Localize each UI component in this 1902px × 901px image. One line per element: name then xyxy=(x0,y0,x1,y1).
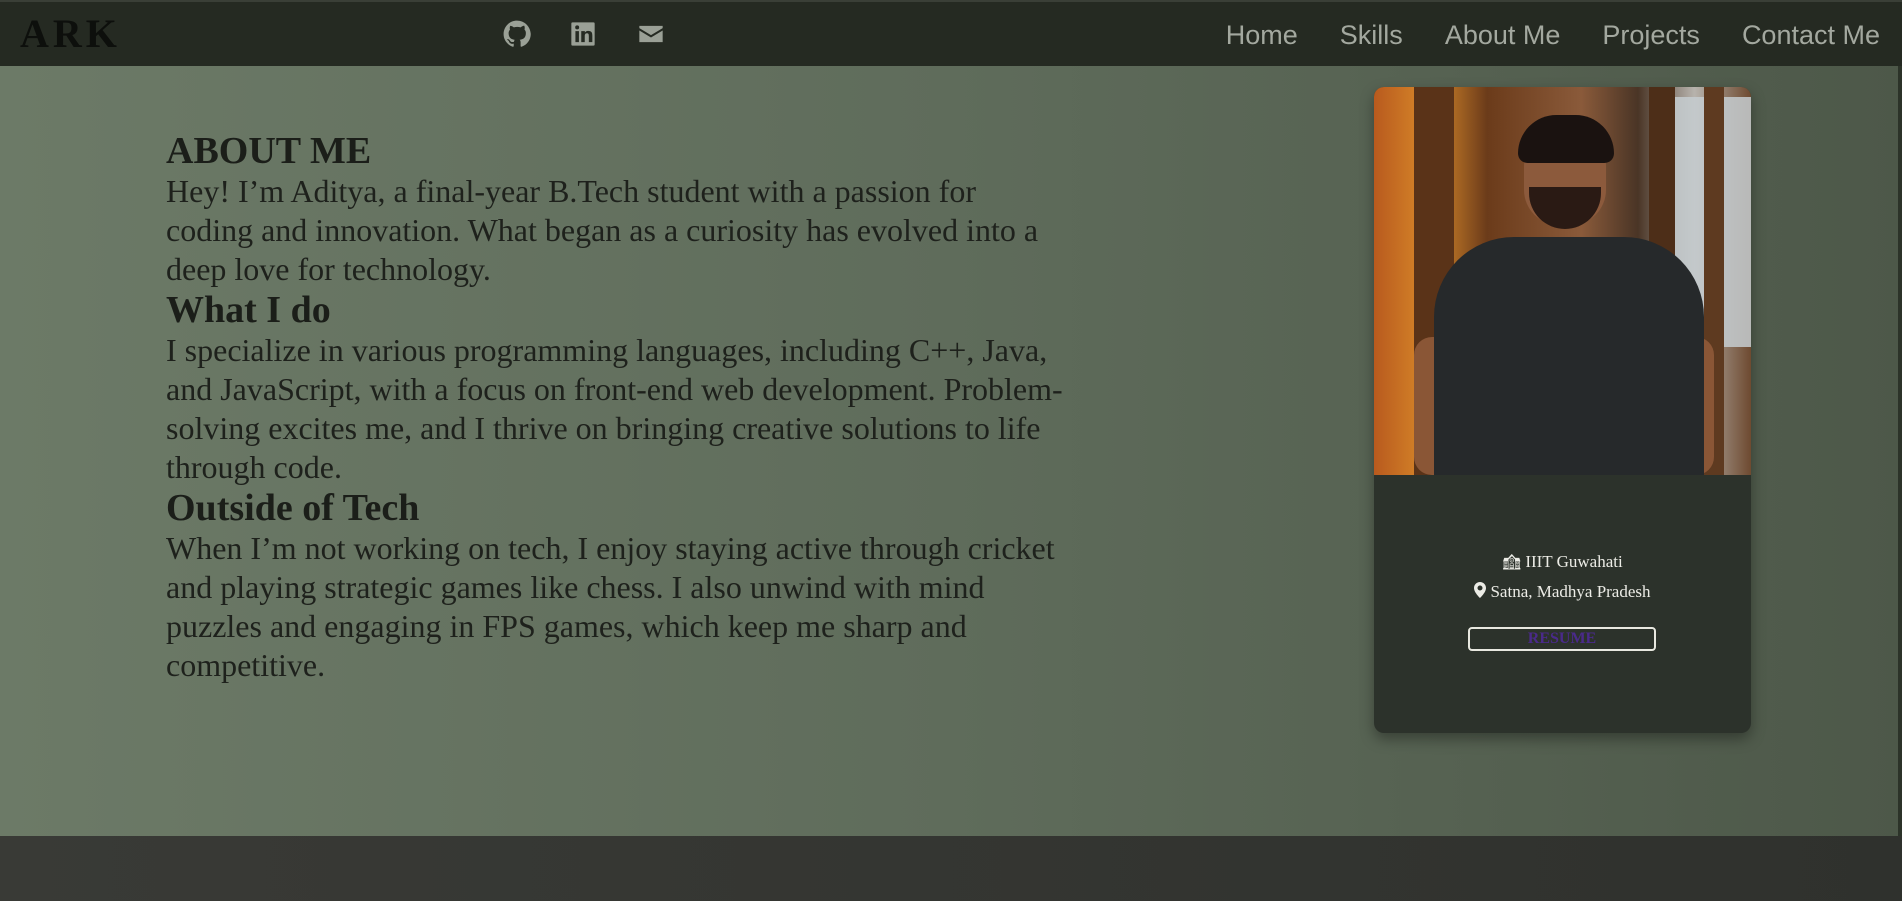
school-icon: 🏫︎ xyxy=(1502,554,1522,571)
linkedin-icon[interactable] xyxy=(567,18,599,50)
about-title: ABOUT ME xyxy=(166,130,372,172)
profile-info: 🏫︎ IIIT Guwahati Satna, Madhya Pradesh xyxy=(1374,547,1751,607)
nav-about-me[interactable]: About Me xyxy=(1445,18,1561,52)
about-content: ABOUT ME Hey! I’m Aditya, a final-year B… xyxy=(166,130,1066,685)
about-intro: Hey! I’m Aditya, a final-year B.Tech stu… xyxy=(166,173,1039,287)
nav-contact-me[interactable]: Contact Me xyxy=(1742,18,1880,52)
what-i-do-text: I specialize in various programming lang… xyxy=(166,332,1063,485)
resume-button[interactable]: RESUME xyxy=(1468,627,1656,651)
nav-links: Home Skills About Me Projects Contact Me xyxy=(1184,18,1880,52)
college-name: IIIT Guwahati xyxy=(1525,552,1623,571)
navbar: ARK Home Skills About Me Projects Contac… xyxy=(0,0,1902,66)
location-text: Satna, Madhya Pradesh xyxy=(1490,582,1651,601)
profile-card: 🏫︎ IIIT Guwahati Satna, Madhya Pradesh R… xyxy=(1374,87,1751,733)
scrollbar[interactable] xyxy=(1898,66,1902,836)
what-i-do-title: What I do xyxy=(166,289,331,331)
college-row: 🏫︎ IIIT Guwahati xyxy=(1374,547,1751,577)
site-logo[interactable]: ARK xyxy=(20,12,121,56)
github-icon[interactable] xyxy=(501,18,533,50)
about-section: ABOUT ME Hey! I’m Aditya, a final-year B… xyxy=(0,66,1902,836)
outside-tech-title: Outside of Tech xyxy=(166,487,420,529)
mail-icon[interactable] xyxy=(635,18,667,50)
nav-skills[interactable]: Skills xyxy=(1340,18,1403,52)
profile-photo xyxy=(1374,87,1751,475)
nav-home[interactable]: Home xyxy=(1226,18,1298,52)
outside-tech-text: When I’m not working on tech, I enjoy st… xyxy=(166,530,1055,683)
nav-projects[interactable]: Projects xyxy=(1602,18,1700,52)
footer xyxy=(0,836,1902,901)
map-pin-icon xyxy=(1474,581,1487,603)
location-row: Satna, Madhya Pradesh xyxy=(1374,577,1751,607)
